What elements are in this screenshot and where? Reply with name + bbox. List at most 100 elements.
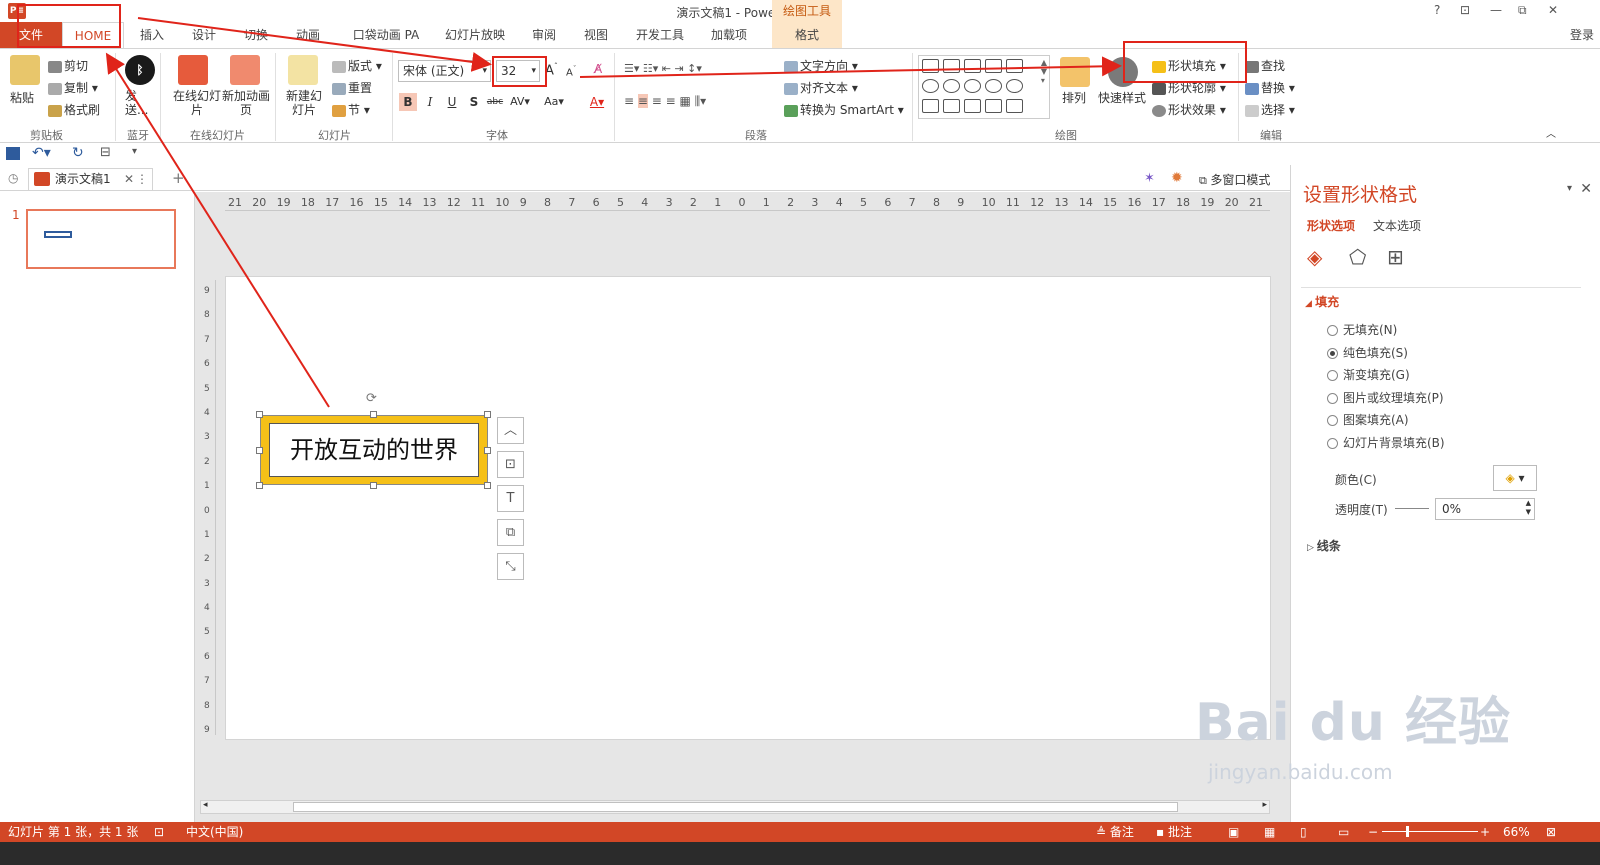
start-slideshow-icon[interactable]: ⊟	[100, 145, 111, 160]
customize-qat-icon[interactable]: ▾	[132, 146, 137, 157]
radio-button-icon[interactable]	[1327, 392, 1338, 404]
close-pane-icon[interactable]: ✕	[1580, 181, 1592, 197]
fill-line-icon[interactable]: ◈	[1307, 245, 1322, 269]
strikethrough-button[interactable]: abc	[486, 93, 504, 111]
arrange-button[interactable]: 排列	[1062, 89, 1086, 106]
send-button[interactable]: 发送...	[125, 89, 155, 117]
tab-design[interactable]: 设计	[188, 22, 220, 48]
slide[interactable]	[225, 276, 1271, 740]
slideshow-view-icon[interactable]: ▭	[1338, 822, 1349, 842]
collapse-ribbon-icon[interactable]: ︿	[1546, 125, 1556, 140]
tab-developer[interactable]: 开发工具	[632, 22, 688, 48]
resize-handle[interactable]	[484, 411, 491, 418]
quick-styles-button[interactable]: 快速样式	[1098, 89, 1146, 106]
notes-button[interactable]: ≜ 备注	[1096, 822, 1134, 842]
selected-textbox[interactable]: 开放互动的世界	[260, 415, 488, 485]
undo-icon[interactable]: ↶▾	[32, 145, 51, 161]
shrink-font-button[interactable]: Aˇ	[566, 65, 576, 78]
radio-button-icon[interactable]	[1327, 370, 1338, 381]
scroll-right-icon[interactable]: ▸	[1262, 800, 1267, 810]
zoom-in-icon[interactable]: +	[1480, 822, 1490, 842]
shape-hexagon-icon[interactable]	[922, 79, 939, 93]
layers-icon[interactable]: ⧉	[497, 519, 524, 546]
align-center-icon[interactable]: ⊡	[497, 451, 524, 478]
shape-circle-number-icon[interactable]	[1006, 79, 1023, 93]
fill-section-header[interactable]: ◢ 填充	[1305, 293, 1339, 310]
document-tab[interactable]: 演示文稿1 ✕ ⋮	[28, 168, 153, 190]
clear-formatting-icon[interactable]: A̸	[594, 62, 602, 76]
tab-more-icon[interactable]: ⋮	[136, 169, 148, 189]
slide-sorter-icon[interactable]: ▦	[1264, 822, 1275, 842]
radio-button-icon[interactable]	[1327, 437, 1338, 449]
comments-button[interactable]: ▪ 批注	[1156, 822, 1192, 842]
fill-option-radio[interactable]: 图片或纹理填充(P)	[1327, 389, 1444, 406]
arrange-icon[interactable]	[1060, 57, 1090, 87]
color-picker-button[interactable]: ◈ ▾	[1493, 465, 1537, 491]
shape-half-frame-icon[interactable]	[985, 99, 1002, 113]
new-slide-button[interactable]: 新建幻灯片	[282, 89, 326, 117]
paste-icon[interactable]	[10, 55, 40, 85]
normal-view-icon[interactable]: ▣	[1228, 822, 1239, 842]
transparency-input[interactable]: 0% ▲ ▼	[1435, 498, 1535, 520]
resize-handle[interactable]	[484, 482, 491, 489]
scroll-left-icon[interactable]: ◂	[203, 800, 208, 810]
shape-octagon-icon[interactable]	[943, 79, 960, 93]
tab-transitions[interactable]: 切换	[240, 22, 272, 48]
redo-icon[interactable]: ↻	[72, 145, 84, 161]
spinner-icon[interactable]: ▲ ▼	[1526, 499, 1531, 517]
radio-button-icon[interactable]	[1327, 325, 1338, 336]
tab-format[interactable]: 格式	[772, 22, 842, 48]
magic-wand-icon[interactable]: ✶	[1144, 171, 1155, 186]
online-slides-button[interactable]: 在线幻灯片	[172, 89, 222, 117]
close-tab-icon[interactable]: ✕	[124, 169, 134, 189]
tab-addins[interactable]: 加载项	[706, 22, 752, 48]
gallery-scroll-icon[interactable]: ▲ ▼ ▾	[1041, 58, 1047, 85]
spell-check-icon[interactable]: ⊡	[154, 822, 164, 842]
bold-button[interactable]: B	[399, 93, 417, 111]
fill-option-radio[interactable]: 渐变填充(G)	[1327, 366, 1410, 383]
transparency-slider[interactable]	[1395, 508, 1429, 509]
reset-button[interactable]: 重置	[332, 79, 372, 96]
reading-view-icon[interactable]: ▯	[1300, 822, 1307, 842]
ribbon-display-options-icon[interactable]: ⊡	[1460, 3, 1470, 17]
settings-gear-icon[interactable]: ✹	[1171, 170, 1183, 186]
shape-trapezoid-icon[interactable]	[964, 59, 981, 73]
resize-handle[interactable]	[484, 447, 491, 454]
italic-button[interactable]: I	[421, 93, 439, 111]
help-icon[interactable]: ?	[1434, 3, 1440, 17]
bullets-button[interactable]: ☰▾ ☷▾ ⇤ ⇥ ↕▾	[624, 62, 702, 75]
minimize-button[interactable]: —	[1490, 3, 1502, 17]
fit-slide-icon[interactable]: ⊠	[1546, 822, 1556, 842]
section-button[interactable]: 节 ▾	[332, 101, 370, 118]
underline-button[interactable]: U	[443, 93, 461, 111]
resize-handle[interactable]	[256, 482, 263, 489]
font-color-button[interactable]: A▾	[584, 93, 610, 111]
resize-handle[interactable]	[370, 482, 377, 489]
fill-option-radio[interactable]: 幻灯片背景填充(B)	[1327, 434, 1445, 451]
new-animation-page-button[interactable]: 新加动画页	[222, 89, 270, 117]
shape-chord-icon[interactable]	[922, 99, 939, 113]
layout-button[interactable]: 版式 ▾	[332, 57, 382, 74]
character-spacing-button[interactable]: AV▾	[508, 93, 532, 111]
copy-button[interactable]: 复制 ▾	[48, 79, 98, 96]
align-text-button[interactable]: 对齐文本 ▾	[784, 79, 858, 96]
new-animation-page-icon[interactable]	[230, 55, 260, 85]
resize-handle[interactable]	[256, 411, 263, 418]
radio-button-icon[interactable]	[1327, 415, 1338, 426]
collapse-up-icon[interactable]: ︿	[497, 417, 524, 444]
format-painter-button[interactable]: 格式刷	[48, 101, 100, 118]
replace-button[interactable]: 替换 ▾	[1245, 79, 1295, 96]
resize-corner-icon[interactable]: ⤡	[497, 553, 524, 580]
pane-options-icon[interactable]: ▾	[1567, 183, 1572, 194]
new-tab-icon[interactable]: +	[172, 169, 185, 187]
tab-review[interactable]: 审阅	[528, 22, 560, 48]
paste-button[interactable]: 粘贴	[10, 89, 34, 106]
shape-gallery[interactable]: ▲ ▼ ▾	[918, 55, 1050, 119]
text-direction-button[interactable]: 文字方向 ▾	[784, 57, 858, 74]
shape-effects-button[interactable]: 形状效果 ▾	[1152, 101, 1226, 118]
fill-option-radio[interactable]: 纯色填充(S)	[1327, 344, 1408, 361]
textbox-text[interactable]: 开放互动的世界	[269, 423, 479, 477]
bluetooth-icon[interactable]: ᛒ	[125, 55, 155, 85]
shape-triangle-icon[interactable]	[922, 59, 939, 73]
horizontal-scrollbar[interactable]: ◂ ▸	[200, 800, 1270, 814]
